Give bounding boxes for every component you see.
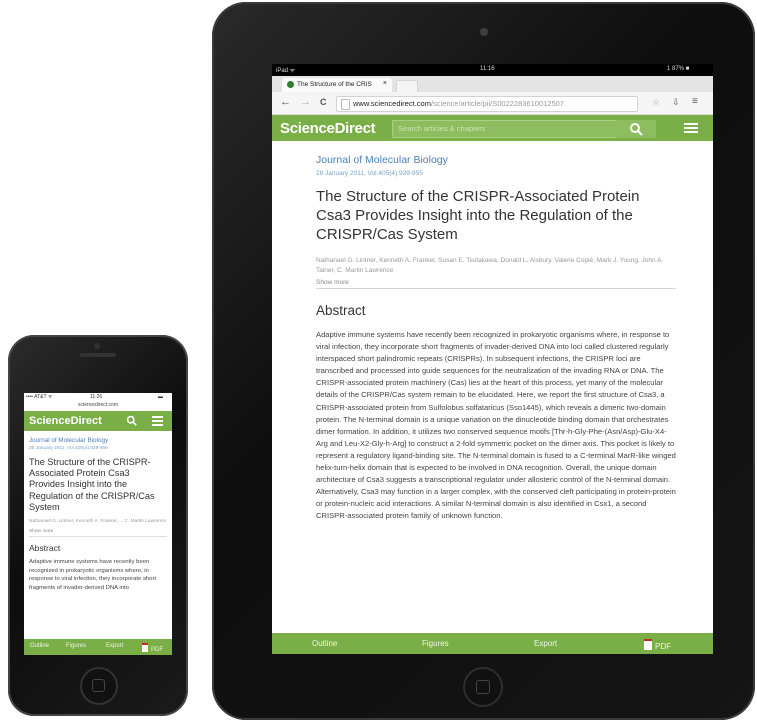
abstract-heading: Abstract [29, 543, 61, 554]
time-label: 11:26 [90, 394, 103, 400]
search-icon [630, 123, 643, 136]
search-input[interactable]: Search articles & chapters [392, 120, 618, 138]
abstract-heading: Abstract [316, 303, 366, 318]
close-tab-icon[interactable]: × [383, 80, 387, 87]
tablet-screen: iPad ᯤ 11:16 1 87% ■ The Structure of th… [272, 64, 713, 654]
article-content: Journal of Molecular Biology 28 January … [29, 437, 167, 592]
pdf-label: PDF [151, 647, 163, 653]
time-label: 11:16 [480, 66, 495, 72]
camera-icon [94, 343, 100, 349]
sciencedirect-header: ScienceDirect [24, 411, 172, 431]
browser-menu-icon[interactable]: ≡ [692, 96, 698, 107]
carrier-label: •••• AT&T ᯤ [26, 394, 53, 400]
tab-title: The Structure of the CRIS [297, 81, 372, 88]
bookmark-star-icon[interactable]: ☆ [652, 97, 660, 108]
abstract-text: Adaptive immune systems have recently be… [29, 559, 157, 591]
outline-button[interactable]: Outline [312, 639, 337, 648]
pdf-icon [644, 639, 652, 650]
search-placeholder: Search articles & chapters [398, 124, 486, 133]
sciencedirect-header: ScienceDirect Search articles & chapters [272, 115, 713, 141]
camera-icon [480, 28, 488, 36]
author-list[interactable]: Nathanael G. Lintner, Kenneth A. Frankel… [316, 256, 676, 276]
reload-icon[interactable]: C [320, 97, 327, 107]
phone-screen: •••• AT&T ᯤ 11:26 ▬ sciencedirect.com Sc… [24, 393, 172, 655]
status-bar: iPad ᯤ 11:16 1 87% ■ [272, 64, 713, 76]
url-path: /science/article/pii/S0022283610012507 [430, 99, 564, 108]
sciencedirect-logo[interactable]: ScienceDirect [280, 120, 376, 137]
author-list[interactable]: Nathanael G. Lintner, Kenneth A. Frankel… [29, 518, 167, 525]
article-bottom-bar: Outline Figures Export PDF [272, 633, 713, 654]
article-title: The Structure of the CRISPR-Associated P… [316, 188, 640, 243]
pdf-label: PDF [655, 642, 671, 651]
pdf-button[interactable]: PDF [644, 639, 671, 651]
address-toolbar: ← → C www.sciencedirect.com/science/arti… [272, 92, 713, 115]
show-more-link[interactable]: Show more [29, 529, 167, 538]
home-button[interactable] [80, 667, 118, 705]
home-button[interactable] [463, 667, 503, 707]
publication-date: 28 January 2011, Vol.405(4):939-955 [316, 170, 423, 177]
article-content: Journal of Molecular Biology 28 January … [316, 154, 676, 523]
favicon-icon [287, 81, 294, 88]
figures-button[interactable]: Figures [422, 639, 449, 648]
back-arrow-icon[interactable]: ← [280, 96, 291, 108]
journal-title[interactable]: Journal of Molecular Biology [316, 154, 676, 166]
hamburger-menu-icon[interactable] [152, 416, 163, 428]
publication-date: 28 January 2011, Vol.405(4):939-955 [29, 446, 108, 451]
status-bar: •••• AT&T ᯤ 11:26 ▬ [24, 393, 172, 402]
new-tab-button[interactable] [396, 80, 418, 92]
sciencedirect-logo[interactable]: ScienceDirect [29, 415, 102, 427]
speaker-icon [80, 353, 116, 357]
article-bottom-bar: Outline Figures Export PDF [24, 639, 172, 655]
abstract-text: Adaptive immune systems have recently be… [316, 330, 676, 521]
article-title: The Structure of the CRISPR-Associated P… [29, 457, 155, 512]
phone-device: •••• AT&T ᯤ 11:26 ▬ sciencedirect.com Sc… [8, 335, 188, 716]
show-more-link[interactable]: Show more [316, 279, 676, 289]
battery-indicator: ▬ [158, 394, 163, 400]
export-button[interactable]: Export [106, 643, 123, 649]
forward-arrow-icon[interactable]: → [300, 96, 311, 108]
pdf-icon [142, 643, 148, 652]
figures-button[interactable]: Figures [66, 643, 86, 649]
export-button[interactable]: Export [534, 639, 557, 648]
journal-title[interactable]: Journal of Molecular Biology [29, 437, 167, 444]
tab-article[interactable]: The Structure of the CRIS × [282, 78, 392, 92]
battery-indicator: 1 87% ■ [667, 66, 690, 72]
hamburger-menu-icon[interactable] [684, 123, 698, 133]
url-field[interactable]: www.sciencedirect.com/science/article/pi… [336, 96, 638, 112]
browser-tab-bar: The Structure of the CRIS × [272, 76, 713, 92]
carrier-label: iPad ᯤ [276, 68, 296, 74]
page-icon [341, 99, 350, 110]
outline-button[interactable]: Outline [30, 643, 49, 649]
download-icon[interactable]: ⇩ [672, 97, 680, 108]
url-host: www.sciencedirect.com [353, 99, 431, 108]
search-icon[interactable] [126, 415, 137, 426]
search-button[interactable] [616, 120, 656, 138]
pdf-button[interactable]: PDF [142, 643, 163, 653]
